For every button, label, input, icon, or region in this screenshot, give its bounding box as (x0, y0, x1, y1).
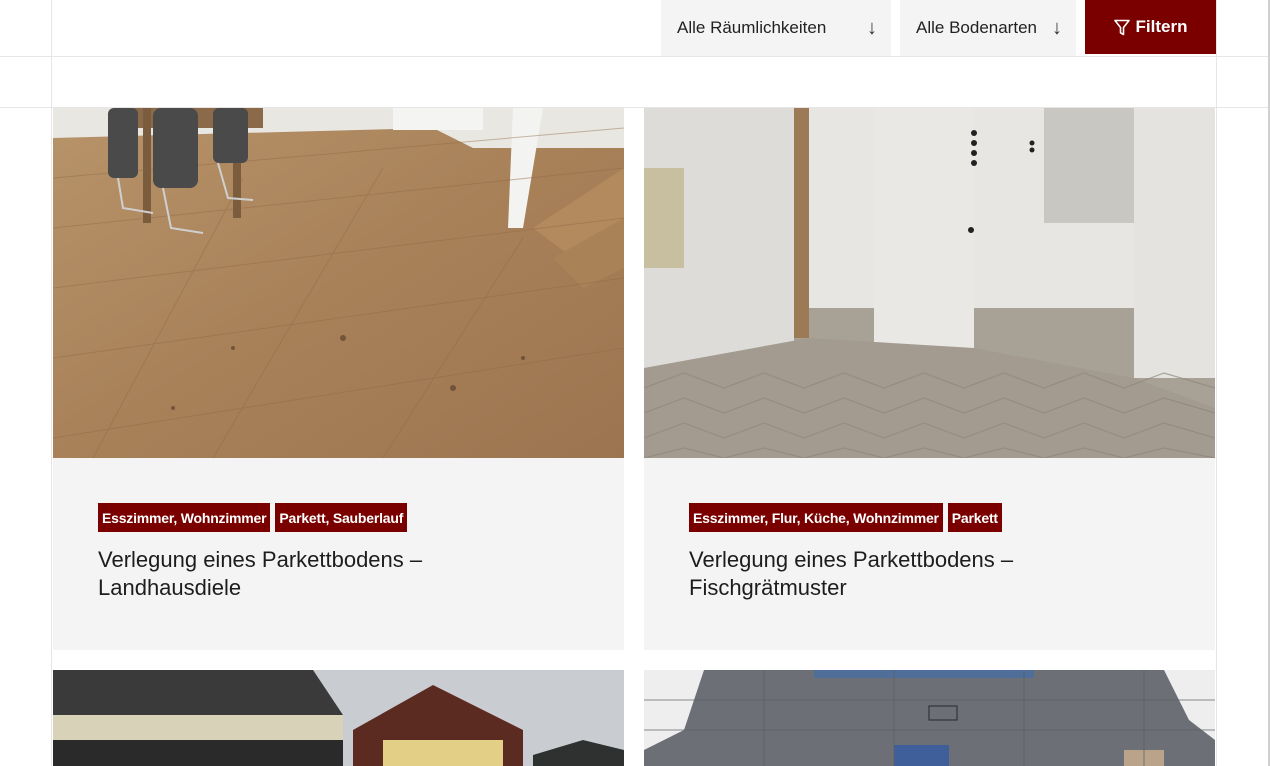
arrow-down-icon: ↓ (867, 16, 877, 39)
floor-type-tag[interactable]: Parkett (947, 503, 1002, 532)
project-title-line: Verlegung eines Parkettbodens – (689, 547, 1014, 572)
project-card[interactable]: Esszimmer, Flur, Küche, Wohnzimmer Parke… (644, 108, 1215, 650)
room-tag[interactable]: Esszimmer, Flur, Küche, Wohnzimmer (689, 503, 943, 532)
filter-button-label: Filtern (1135, 17, 1188, 36)
filter-button[interactable]: Filtern (1085, 0, 1216, 54)
tag-list: Esszimmer, Flur, Küche, Wohnzimmer Parke… (689, 503, 1170, 532)
funnel-icon (1113, 19, 1130, 35)
grid-line-top (0, 56, 1270, 57)
rooms-select-label: Alle Räumlichkeiten (677, 18, 827, 37)
project-title[interactable]: Verlegung eines Parkettbodens – Fischgrä… (689, 546, 1170, 602)
project-photo-fischgraetmuster[interactable] (644, 108, 1215, 458)
grid-line-right (1216, 0, 1217, 766)
project-photo-landhausdiele[interactable] (53, 108, 624, 458)
tag-list: Esszimmer, Wohnzimmer Parkett, Sauberlau… (98, 503, 579, 532)
project-card-body: Esszimmer, Wohnzimmer Parkett, Sauberlau… (53, 458, 624, 650)
project-photo-exterior[interactable] (53, 670, 624, 766)
project-title[interactable]: Verlegung eines Parkettbodens – Landhaus… (98, 546, 579, 602)
filter-bar: Alle Räumlichkeiten ↓ Alle Bodenarten ↓ … (661, 0, 1216, 56)
room-tag[interactable]: Esszimmer, Wohnzimmer (98, 503, 271, 532)
project-photo-tiles[interactable] (644, 670, 1215, 766)
arrow-down-icon: ↓ (1052, 16, 1062, 39)
grid-line-left (51, 0, 52, 766)
project-title-line: Landhausdiele (98, 575, 242, 600)
project-title-line: Fischgrätmuster (689, 575, 847, 600)
project-card[interactable]: Esszimmer, Wohnzimmer Parkett, Sauberlau… (53, 108, 624, 650)
floor-type-select[interactable]: Alle Bodenarten ↓ (900, 0, 1076, 56)
floor-type-select-label: Alle Bodenarten (916, 18, 1037, 37)
project-title-line: Verlegung eines Parkettbodens – (98, 547, 423, 572)
rooms-select[interactable]: Alle Räumlichkeiten ↓ (661, 0, 891, 56)
floor-type-tag[interactable]: Parkett, Sauberlauf (275, 503, 408, 532)
project-card-body: Esszimmer, Flur, Küche, Wohnzimmer Parke… (644, 458, 1215, 650)
